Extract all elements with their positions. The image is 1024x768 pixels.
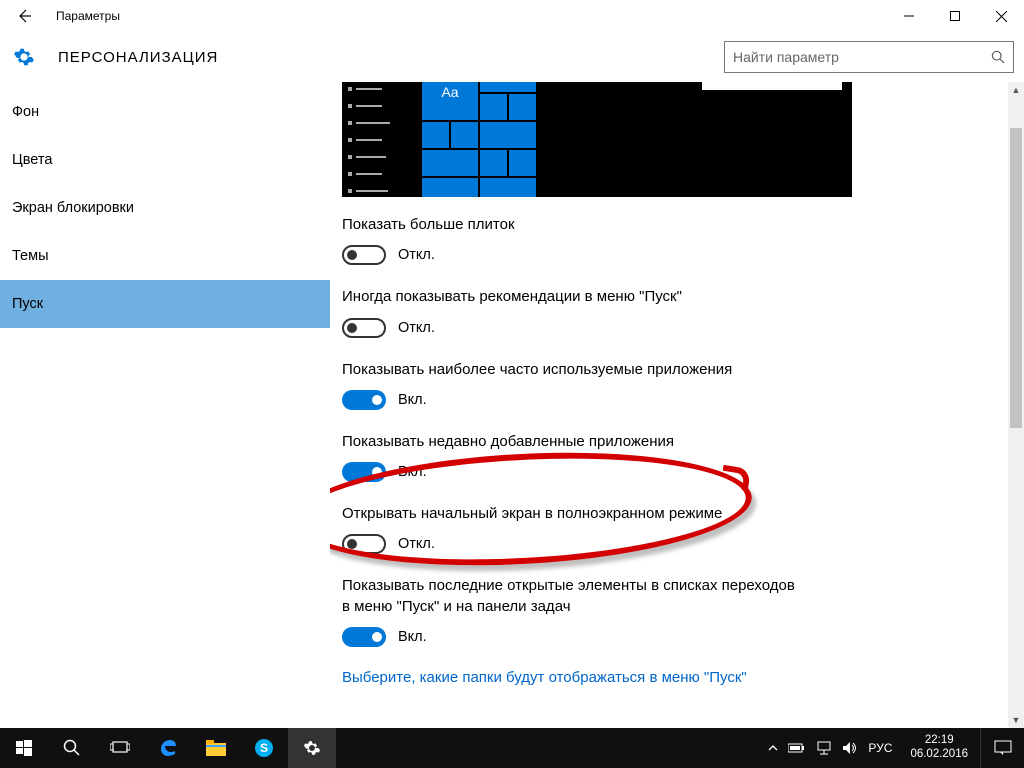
toggle-suggestions[interactable] bbox=[342, 318, 386, 338]
taskbar-search-button[interactable] bbox=[48, 728, 96, 768]
toggle-more-tiles[interactable] bbox=[342, 245, 386, 265]
sidebar-item-label: Фон bbox=[12, 104, 39, 120]
sidebar-item-lockscreen[interactable]: Экран блокировки bbox=[0, 184, 330, 232]
sidebar-item-themes[interactable]: Темы bbox=[0, 232, 330, 280]
setting-most-used: Показывать наиболее часто используемые п… bbox=[342, 360, 1004, 410]
maximize-button[interactable] bbox=[932, 0, 978, 32]
taskbar-app-explorer[interactable] bbox=[192, 728, 240, 768]
toggle-state: Вкл. bbox=[398, 629, 427, 645]
scroll-down-button[interactable]: ▼ bbox=[1008, 712, 1024, 728]
setting-label: Иногда показывать рекомендации в меню "П… bbox=[342, 287, 802, 307]
toggle-state: Вкл. bbox=[398, 392, 427, 408]
sidebar-item-label: Пуск bbox=[12, 296, 43, 312]
sidebar-item-start[interactable]: Пуск bbox=[0, 280, 330, 328]
header-row: ПЕРСОНАЛИЗАЦИЯ Найти параметр bbox=[0, 32, 1024, 82]
preview-tile-sample: Aa bbox=[422, 82, 478, 120]
sidebar-item-background[interactable]: Фон bbox=[0, 88, 330, 136]
sidebar-item-label: Цвета bbox=[12, 152, 52, 168]
taskbar-app-edge[interactable] bbox=[144, 728, 192, 768]
tray-network-icon[interactable] bbox=[816, 741, 832, 755]
taskbar: S РУС 22:19 06.02.2016 bbox=[0, 728, 1024, 768]
setting-label: Показать больше плиток bbox=[342, 215, 802, 235]
scroll-up-button[interactable]: ▲ bbox=[1008, 82, 1024, 98]
toggle-recently-added[interactable] bbox=[342, 462, 386, 482]
taskbar-app-skype[interactable]: S bbox=[240, 728, 288, 768]
window-title: Параметры bbox=[56, 9, 120, 23]
start-preview: Aa bbox=[342, 82, 852, 197]
tray-date: 06.02.2016 bbox=[910, 748, 968, 762]
search-input[interactable]: Найти параметр bbox=[724, 41, 1014, 73]
tray-language[interactable]: РУС bbox=[868, 741, 892, 755]
titlebar: Параметры bbox=[0, 0, 1024, 32]
setting-fullscreen-start: Открывать начальный экран в полноэкранно… bbox=[342, 504, 1004, 554]
setting-more-tiles: Показать больше плиток Откл. bbox=[342, 215, 1004, 265]
category-title: ПЕРСОНАЛИЗАЦИЯ bbox=[58, 49, 218, 66]
search-placeholder: Найти параметр bbox=[733, 49, 991, 65]
setting-label: Показывать наиболее часто используемые п… bbox=[342, 360, 802, 380]
content-area: Aa Показать больше плиток bbox=[330, 82, 1024, 706]
toggle-state: Откл. bbox=[398, 320, 435, 336]
action-center-button[interactable] bbox=[980, 728, 1024, 768]
minimize-button[interactable] bbox=[886, 0, 932, 32]
scroll-thumb[interactable] bbox=[1010, 128, 1022, 428]
tray-chevron-icon[interactable] bbox=[768, 743, 778, 753]
tray-clock[interactable]: 22:19 06.02.2016 bbox=[902, 734, 976, 762]
toggle-state: Откл. bbox=[398, 247, 435, 263]
back-button[interactable] bbox=[8, 0, 40, 32]
start-button[interactable] bbox=[0, 728, 48, 768]
tray-volume-icon[interactable] bbox=[842, 741, 858, 755]
tray-battery-icon[interactable] bbox=[788, 743, 806, 753]
setting-label: Показывать последние открытые элементы в… bbox=[342, 576, 802, 617]
gear-icon bbox=[12, 45, 36, 69]
sidebar-item-label: Темы bbox=[12, 248, 49, 264]
close-button[interactable] bbox=[978, 0, 1024, 32]
tray-time: 22:19 bbox=[910, 734, 968, 748]
setting-label: Показывать недавно добавленные приложени… bbox=[342, 432, 802, 452]
svg-text:S: S bbox=[260, 741, 268, 755]
sidebar-item-label: Экран блокировки bbox=[12, 200, 134, 216]
sidebar-item-colors[interactable]: Цвета bbox=[0, 136, 330, 184]
scrollbar[interactable]: ▲ ▼ bbox=[1008, 82, 1024, 728]
toggle-state: Вкл. bbox=[398, 464, 427, 480]
toggle-most-used[interactable] bbox=[342, 390, 386, 410]
toggle-state: Откл. bbox=[398, 536, 435, 552]
setting-jumplists: Показывать последние открытые элементы в… bbox=[342, 576, 1004, 647]
taskbar-app-settings[interactable] bbox=[288, 728, 336, 768]
setting-label: Открывать начальный экран в полноэкранно… bbox=[342, 504, 802, 524]
sidebar: Фон Цвета Экран блокировки Темы Пуск bbox=[0, 82, 330, 728]
search-icon bbox=[991, 50, 1005, 64]
system-tray: РУС 22:19 06.02.2016 bbox=[768, 734, 980, 762]
toggle-jumplists[interactable] bbox=[342, 627, 386, 647]
toggle-fullscreen-start[interactable] bbox=[342, 534, 386, 554]
setting-recently-added: Показывать недавно добавленные приложени… bbox=[342, 432, 1004, 482]
choose-folders-link[interactable]: Выберите, какие папки будут отображаться… bbox=[342, 669, 1004, 686]
setting-suggestions: Иногда показывать рекомендации в меню "П… bbox=[342, 287, 1004, 337]
taskview-button[interactable] bbox=[96, 728, 144, 768]
